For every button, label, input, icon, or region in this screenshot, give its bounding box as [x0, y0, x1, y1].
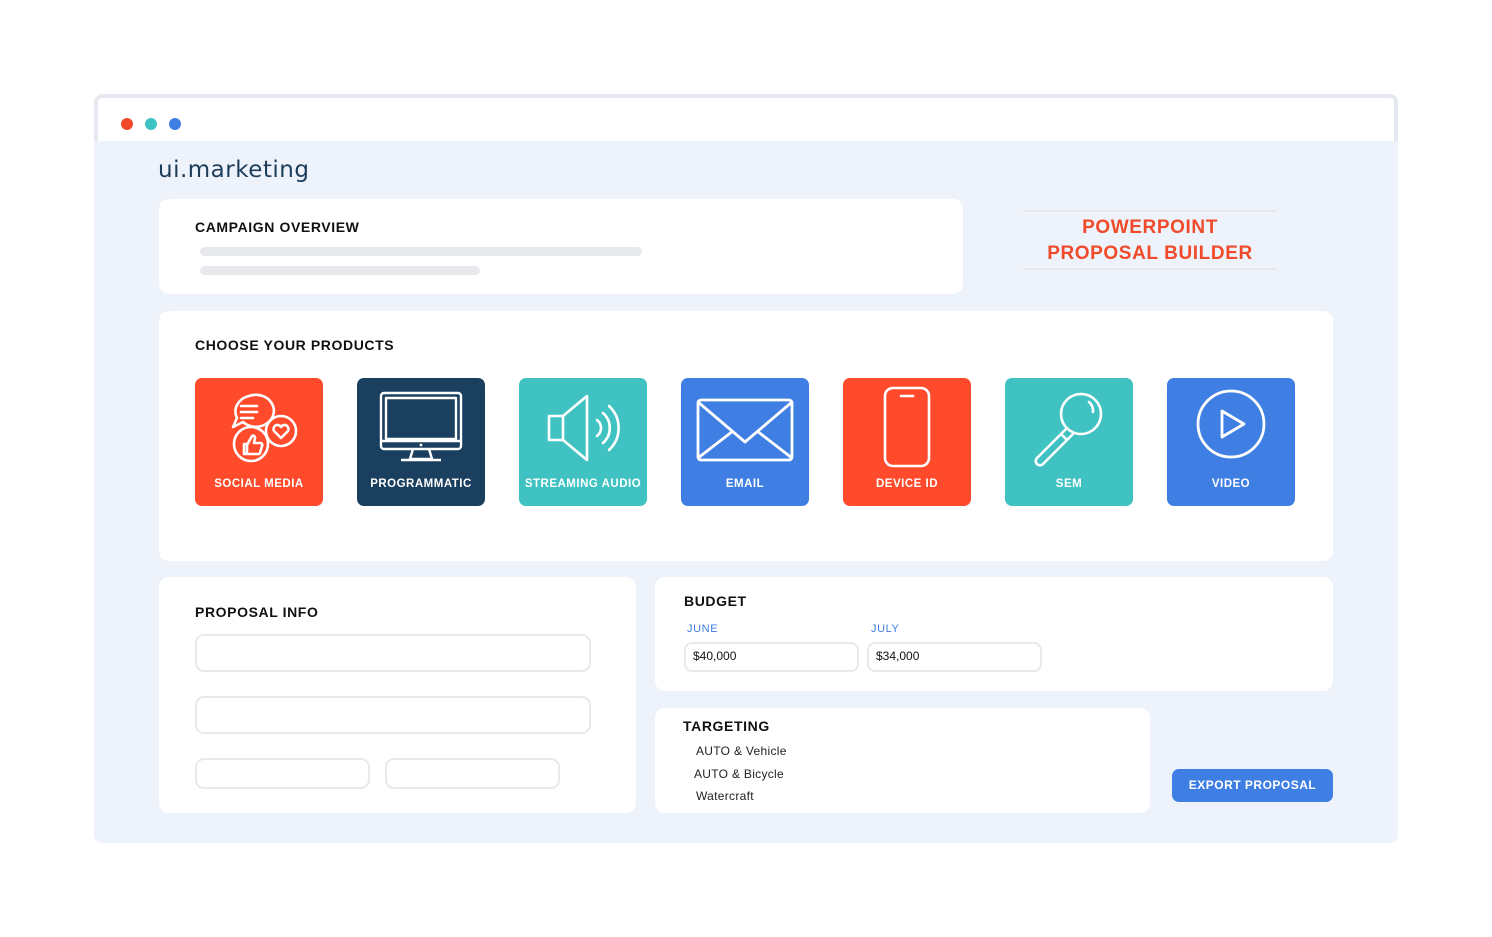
product-label: EMAIL	[725, 478, 765, 490]
close-window-dot[interactable]	[121, 118, 133, 130]
maximize-window-dot[interactable]	[169, 118, 181, 130]
budget-july-input[interactable]: $34,000	[867, 642, 1042, 672]
social-media-icon	[231, 393, 298, 463]
product-tile-sem[interactable]: SEM	[1005, 378, 1133, 506]
brand-logo: ui.marketing	[158, 157, 310, 183]
product-tile-video[interactable]: VIDEO	[1167, 378, 1295, 506]
targeting-title: TARGETING	[683, 718, 770, 734]
overview-placeholder-line	[200, 266, 480, 275]
budget-month-label: JUNE	[687, 623, 719, 635]
targeting-item[interactable]: AUTO & Bicycle	[694, 767, 784, 781]
proposal-field[interactable]	[385, 758, 560, 789]
product-tile-device-id[interactable]: DEVICE ID	[843, 378, 971, 506]
heading-line-2: PROPOSAL BUILDER	[1047, 243, 1253, 264]
product-tile-streaming-audio[interactable]: STREAMING AUDIO	[519, 378, 647, 506]
budget-card: BUDGET JUNE $40,000 JULY $34,000	[655, 577, 1333, 691]
product-tile-email[interactable]: EMAIL	[681, 378, 809, 506]
budget-title: BUDGET	[684, 593, 747, 609]
product-label: VIDEO	[1211, 478, 1251, 490]
product-label: SOCIAL MEDIA	[214, 478, 304, 490]
speaker-icon	[547, 394, 620, 462]
smartphone-icon	[883, 386, 931, 468]
browser-window: ui.marketing CAMPAIGN OVERVIEW POWERPOIN…	[94, 94, 1398, 843]
proposal-field[interactable]	[195, 696, 591, 734]
magnifier-icon	[1034, 392, 1103, 467]
proposal-info-card: PROPOSAL INFO	[159, 577, 636, 813]
targeting-item[interactable]: AUTO & Vehicle	[696, 744, 787, 758]
play-icon	[1196, 389, 1266, 459]
product-label: DEVICE ID	[875, 478, 938, 490]
product-tile-social-media[interactable]: SOCIAL MEDIA	[195, 378, 323, 506]
proposal-field[interactable]	[195, 758, 370, 789]
budget-month-label: JULY	[871, 623, 900, 635]
envelope-icon	[696, 398, 794, 462]
campaign-overview-card: CAMPAIGN OVERVIEW	[159, 199, 963, 294]
window-titlebar	[94, 94, 1398, 141]
minimize-window-dot[interactable]	[145, 118, 157, 130]
product-tile-programmatic[interactable]: PROGRAMMATIC	[357, 378, 485, 506]
product-label: PROGRAMMATIC	[370, 478, 472, 490]
proposal-field[interactable]	[195, 634, 591, 672]
budget-june-input[interactable]: $40,000	[684, 642, 859, 672]
overview-placeholder-line	[200, 247, 642, 256]
export-proposal-button[interactable]: EXPORT PROPOSAL	[1172, 769, 1333, 802]
targeting-card: TARGETING AUTO & Vehicle AUTO & Bicycle …	[655, 708, 1150, 813]
proposal-builder-heading: POWERPOINT PROPOSAL BUILDER	[1023, 210, 1277, 270]
proposal-info-title: PROPOSAL INFO	[195, 604, 319, 620]
product-label: SEM	[1055, 478, 1083, 490]
monitor-icon	[379, 391, 463, 462]
product-label: STREAMING AUDIO	[524, 478, 642, 490]
campaign-overview-title: CAMPAIGN OVERVIEW	[195, 219, 360, 235]
products-card: CHOOSE YOUR PRODUCTS SOCIAL MEDIA PROGRA…	[159, 311, 1333, 561]
heading-line-1: POWERPOINT	[1082, 217, 1218, 238]
targeting-item[interactable]: Watercraft	[696, 789, 754, 803]
products-title: CHOOSE YOUR PRODUCTS	[195, 337, 395, 353]
